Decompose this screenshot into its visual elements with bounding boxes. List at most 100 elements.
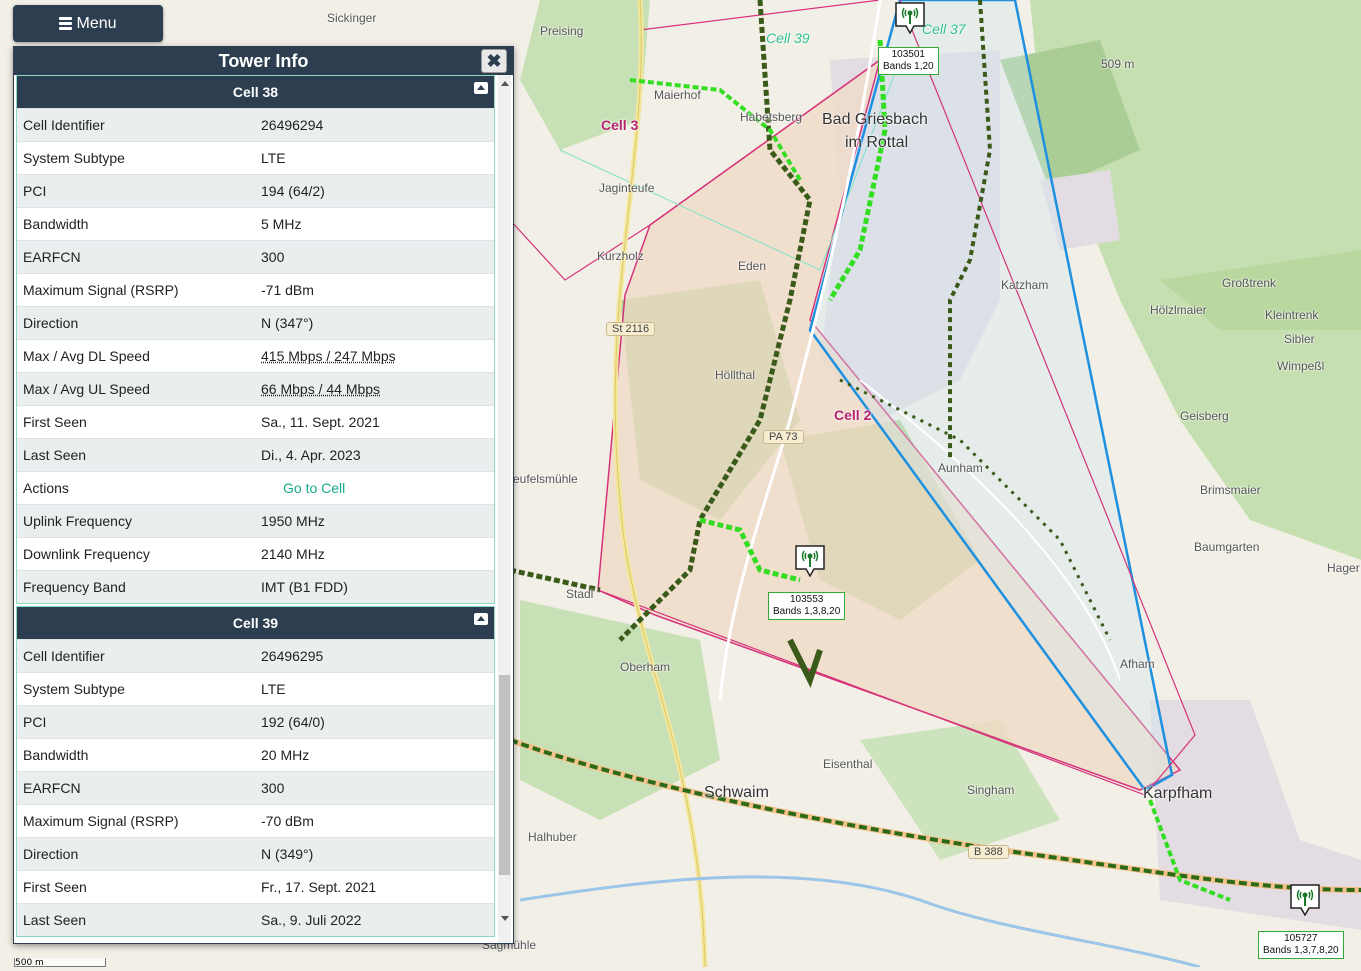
- row-value: 194 (64/2): [255, 174, 494, 208]
- row-value: N (349°): [255, 837, 494, 871]
- table-row: System Subtype LTE: [17, 672, 494, 706]
- tower-info-panel: Tower Info ✖ Cell 38 Cell Identifier 2649…: [13, 46, 514, 944]
- cell-tower-icon[interactable]: [893, 0, 927, 35]
- row-value: Fr., 17. Sept. 2021: [255, 870, 494, 904]
- map-label: Jaginteufe: [599, 181, 655, 195]
- tower-bands: Bands 1,3,7,8,20: [1263, 945, 1339, 956]
- row-key: First Seen: [17, 405, 255, 439]
- tower-label[interactable]: 103553 Bands 1,3,8,20: [768, 592, 846, 620]
- row-key: Cell Identifier: [17, 639, 255, 673]
- table-row: First Seen Sa., 11. Sept. 2021: [17, 405, 494, 439]
- map-label: Großtrenk: [1222, 276, 1277, 290]
- cell-label[interactable]: Cell 3: [601, 117, 638, 133]
- collapse-icon[interactable]: [474, 82, 488, 94]
- map-label: Oberham: [620, 660, 671, 674]
- cell-section-39: Cell 39 Cell Identifier 26496295 System S…: [16, 606, 495, 937]
- map-label: Brimsmaier: [1200, 483, 1261, 497]
- table-row: System Subtype LTE: [17, 141, 494, 175]
- tower-label[interactable]: 103501 Bands 1,20: [878, 47, 939, 75]
- row-key: Maximum Signal (RSRP): [17, 273, 255, 307]
- row-key: Bandwidth: [17, 207, 255, 241]
- row-key: Max / Avg DL Speed: [17, 339, 255, 373]
- table-row: Last Seen Sa., 9. Juli 2022: [17, 903, 494, 936]
- table-row: Direction N (349°): [17, 837, 494, 871]
- cell-header[interactable]: Cell 38: [17, 76, 494, 108]
- row-key: Frequency Band: [17, 570, 255, 603]
- actions-cell: Go to Cell: [255, 471, 494, 505]
- cell-label[interactable]: Cell 37: [922, 21, 966, 37]
- row-value: 20 MHz: [255, 738, 494, 772]
- road-badge: B 388: [968, 845, 1009, 859]
- map-label: 509 m: [1101, 57, 1135, 71]
- dl-speed-value[interactable]: 415 Mbps / 247 Mbps: [255, 339, 494, 373]
- row-value: 26496294: [255, 108, 494, 142]
- row-key: Last Seen: [17, 903, 255, 936]
- map-label: Halhuber: [528, 830, 577, 844]
- row-key: Direction: [17, 306, 255, 340]
- row-value: Di., 4. Apr. 2023: [255, 438, 494, 472]
- panel-scrollbar[interactable]: [498, 75, 511, 943]
- row-value: 300: [255, 771, 494, 805]
- row-value: 300: [255, 240, 494, 274]
- map-label: Preising: [540, 24, 584, 38]
- table-row: EARFCN 300: [17, 240, 494, 274]
- table-row: EARFCN 300: [17, 771, 494, 805]
- map-label: Sickinger: [327, 11, 377, 25]
- cell-tower-icon[interactable]: [1288, 882, 1322, 917]
- row-key: EARFCN: [17, 240, 255, 274]
- table-row: Cell Identifier 26496295: [17, 639, 494, 673]
- map-label: Kurzholz: [597, 249, 644, 263]
- tower-id: 103553: [789, 594, 824, 605]
- map-label: Afham: [1120, 657, 1155, 671]
- map-label: Hölzlmaier: [1150, 303, 1207, 317]
- panel-header: Tower Info ✖: [14, 47, 513, 75]
- table-row: Uplink Frequency 1950 MHz: [17, 504, 494, 538]
- table-row: Actions Go to Cell: [17, 471, 494, 505]
- cell-label[interactable]: Cell 39: [766, 30, 810, 46]
- map-label: Sibler: [1284, 332, 1315, 346]
- row-key: Max / Avg UL Speed: [17, 372, 255, 406]
- row-key: Downlink Frequency: [17, 537, 255, 571]
- map-label: Habetsberg: [740, 110, 803, 124]
- ul-speed-value[interactable]: 66 Mbps / 44 Mbps: [255, 372, 494, 406]
- row-key: EARFCN: [17, 771, 255, 805]
- row-value: LTE: [255, 141, 494, 175]
- go-to-cell-link[interactable]: Go to Cell: [283, 480, 345, 496]
- row-key: First Seen: [17, 870, 255, 904]
- collapse-icon[interactable]: [474, 613, 488, 625]
- panel-scroll-area[interactable]: Cell 38 Cell Identifier 26496294 System S…: [14, 75, 513, 943]
- row-key: Actions: [17, 471, 255, 505]
- table-row: Last Seen Di., 4. Apr. 2023: [17, 438, 494, 472]
- scroll-down-icon[interactable]: [501, 916, 509, 921]
- road-badge: St 2116: [606, 322, 656, 336]
- map-scale: 500 m: [14, 958, 106, 968]
- map-label: eufelsmühle: [513, 472, 578, 486]
- row-key: Last Seen: [17, 438, 255, 472]
- map-label: Singham: [967, 783, 1015, 797]
- scroll-up-icon[interactable]: [501, 81, 509, 86]
- cell-section-38: Cell 38 Cell Identifier 26496294 System S…: [16, 75, 495, 604]
- row-key: Cell Identifier: [17, 108, 255, 142]
- row-value: 26496295: [255, 639, 494, 673]
- close-icon[interactable]: ✖: [481, 49, 507, 73]
- map-label: Bad Griesbach: [822, 111, 928, 128]
- action-item: Go to Cell: [283, 480, 488, 496]
- row-value: IMT (B1 FDD): [255, 570, 494, 603]
- menu-label: Menu: [76, 14, 117, 32]
- map-label: Maierhof: [654, 88, 701, 102]
- menu-button[interactable]: Menu: [13, 5, 163, 42]
- map-label: Kleintrenk: [1265, 308, 1319, 322]
- scrollbar-thumb[interactable]: [499, 675, 510, 875]
- cell-label[interactable]: Cell 2: [834, 407, 871, 423]
- cell-tower-icon[interactable]: [793, 543, 827, 578]
- table-row: Bandwidth 5 MHz: [17, 207, 494, 241]
- row-value: N (347°): [255, 306, 494, 340]
- cell-header[interactable]: Cell 39: [17, 607, 494, 639]
- row-key: Direction: [17, 837, 255, 871]
- cell-info-table: Cell Identifier 26496295 System Subtype LT…: [17, 639, 494, 936]
- tower-label[interactable]: 105727 Bands 1,3,7,8,20: [1258, 931, 1344, 959]
- table-row: Direction N (347°): [17, 306, 494, 340]
- row-key: PCI: [17, 705, 255, 739]
- tower-id: 103501: [891, 49, 925, 60]
- map-label: Katzham: [1001, 278, 1049, 292]
